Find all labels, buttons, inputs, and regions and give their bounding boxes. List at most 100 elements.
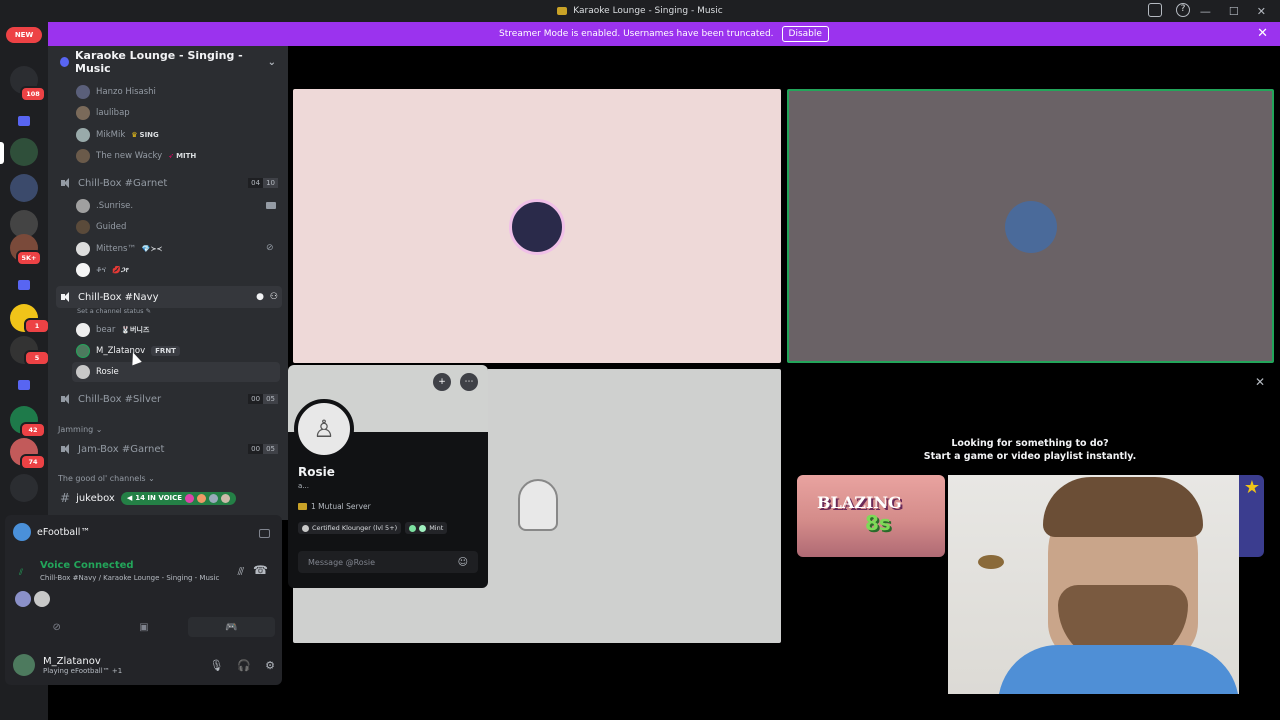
avatar [76, 149, 90, 163]
mention-badge: 108 [20, 86, 46, 102]
lamp-shape [978, 555, 1004, 569]
role-list: Certified Klounger (lvl 5+) Mint [298, 522, 448, 534]
category-good-ol[interactable]: The good ol' channels ⌄ [58, 474, 155, 483]
speaker-icon [60, 291, 72, 303]
mutual-servers[interactable]: 1 Mutual Server [298, 502, 371, 511]
inbox-icon[interactable] [1148, 3, 1162, 17]
guild-icon [60, 57, 69, 67]
minimize-button[interactable]: — [1200, 5, 1211, 18]
avatar [76, 220, 90, 234]
activity-settings-icon[interactable] [259, 529, 270, 538]
role-chip[interactable]: Certified Klounger (lvl 5+) [298, 522, 402, 534]
avatar [221, 493, 231, 503]
add-friend-icon[interactable]: + [433, 373, 451, 391]
server-icon[interactable] [10, 474, 38, 502]
avatar [34, 591, 50, 607]
avatar [185, 493, 195, 503]
voice-user[interactable]: M_Zlatanov FRNT [76, 341, 180, 361]
profile-avatar[interactable]: ♙ [294, 399, 354, 459]
microphone-icon[interactable]: 🎙 [209, 659, 223, 672]
activity-close-icon[interactable]: ✕ [1255, 375, 1265, 389]
guild-header[interactable]: Karaoke Lounge - Singing - Music ⌄ [48, 46, 288, 78]
noise-suppression-icon[interactable]: ⫻ [237, 565, 244, 579]
mention-badge: 5 [24, 350, 50, 366]
folder-icon[interactable] [18, 116, 30, 126]
user-tag: ➶ MITH [168, 152, 197, 160]
folder-icon[interactable] [18, 280, 30, 290]
voice-user-selected[interactable]: Rosie [72, 362, 280, 382]
profile-name: Rosie [298, 465, 335, 479]
user-avatar[interactable] [13, 654, 35, 676]
user-tag: 🐰버니즈 [121, 326, 150, 334]
folder-icon[interactable] [18, 380, 30, 390]
gear-icon[interactable]: ⚙ [265, 659, 275, 672]
invite-icon[interactable]: ⚇ [270, 292, 278, 302]
voice-user[interactable]: MikMik ♛ SING [76, 125, 159, 145]
video-tile-1[interactable] [293, 89, 781, 363]
mention-badge: 1 [24, 318, 50, 334]
headphones-icon[interactable]: 🎧 [237, 659, 251, 672]
activities-icon[interactable]: 🎮 [187, 617, 275, 637]
emoji-icon[interactable]: ☺ [458, 557, 468, 568]
message-input[interactable]: Message @Rosie ☺ [298, 551, 478, 573]
disconnect-icon[interactable]: ☎ [253, 563, 268, 577]
speaker-icon [60, 177, 72, 189]
selected-pill [0, 142, 4, 164]
activity-card-blazing-8s[interactable]: BLAZING 8s [797, 475, 945, 557]
voice-user[interactable]: .Sunrise. [76, 196, 133, 216]
voice-user[interactable]: The new Wacky ➶ MITH [76, 146, 196, 166]
avatar [76, 365, 90, 379]
new-badge[interactable]: NEW [6, 27, 42, 43]
voice-channel-silver[interactable]: Chill-Box #Silver 00 05 [56, 388, 282, 410]
participant-avatar [518, 479, 558, 531]
avatar [76, 199, 90, 213]
voice-user[interactable]: laulibap [76, 103, 130, 123]
screen-share-icon[interactable]: ▣ [100, 617, 187, 637]
title-bar: Karaoke Lounge - Singing - Music ? — ☐ ✕ [0, 0, 1280, 22]
close-window-button[interactable]: ✕ [1257, 5, 1266, 18]
banner-close-icon[interactable]: ✕ [1257, 26, 1268, 41]
role-color-icon [409, 524, 417, 532]
text-channel-jukebox[interactable]: # jukebox ◀ 14 IN VOICE [56, 487, 282, 509]
role-chip[interactable]: Mint [405, 522, 448, 534]
voice-channel-garnet[interactable]: Chill-Box #Garnet 04 10 [56, 172, 282, 194]
profile-tag: a... [298, 482, 309, 490]
hash-icon: # [60, 491, 71, 505]
server-icon [298, 503, 307, 510]
guild-name: Karaoke Lounge - Singing - Music [75, 49, 243, 75]
maximize-button[interactable]: ☐ [1229, 5, 1239, 18]
server-icon-karaoke[interactable] [10, 138, 38, 166]
avatar [76, 85, 90, 99]
voice-channel-navy[interactable]: Chill-Box #Navy ● ⚇ [56, 286, 282, 308]
server-icon[interactable] [10, 174, 38, 202]
voice-channel-jam[interactable]: Jam-Box #Garnet 00 05 [56, 438, 282, 460]
chevron-down-icon[interactable]: ⌄ [268, 57, 276, 68]
disable-button[interactable]: Disable [781, 26, 829, 42]
voice-user[interactable]: ቆና 💋ጋየ [76, 260, 129, 280]
avatar [76, 344, 90, 358]
chat-icon[interactable]: ● [256, 292, 264, 302]
speaker-icon [60, 393, 72, 405]
channel-status[interactable]: Set a channel status ✎ [77, 307, 151, 315]
window-title: Karaoke Lounge - Singing - Music [557, 6, 723, 16]
activity-row[interactable]: eFootball™ [13, 523, 90, 541]
activity-prompt: Looking for something to do? Start a gam… [923, 438, 1137, 462]
camera-off-icon[interactable]: ⊘ [13, 617, 100, 637]
voice-user[interactable]: Guided [76, 217, 126, 237]
more-options-icon[interactable]: ⋯ [460, 373, 478, 391]
voice-user[interactable]: bear 🐰버니즈 [76, 320, 149, 340]
participant-avatar [509, 199, 565, 255]
voice-connected-title[interactable]: Voice Connected [40, 560, 134, 571]
category-jamming[interactable]: Jamming ⌄ [58, 425, 102, 434]
user-tag: ♛ SING [131, 131, 159, 139]
channel-sidebar: Karaoke Lounge - Singing - Music ⌄ Hanzo… [48, 46, 288, 520]
voice-user[interactable]: Mittens™ 💎≻≺ [76, 239, 162, 259]
voice-connected-location[interactable]: Chill-Box #Navy / Karaoke Lounge - Singi… [40, 574, 219, 582]
user-area: M_Zlatanov Playing eFootball™ +1 🎙 🎧 ⚙ [13, 651, 275, 679]
banner-text: Streamer Mode is enabled. Usernames have… [499, 29, 774, 39]
user-name[interactable]: M_Zlatanov [43, 656, 122, 667]
video-tile-2[interactable] [787, 89, 1274, 363]
avatar [76, 263, 90, 277]
help-icon[interactable]: ? [1176, 3, 1190, 17]
voice-user[interactable]: Hanzo Hisashi [76, 82, 156, 102]
